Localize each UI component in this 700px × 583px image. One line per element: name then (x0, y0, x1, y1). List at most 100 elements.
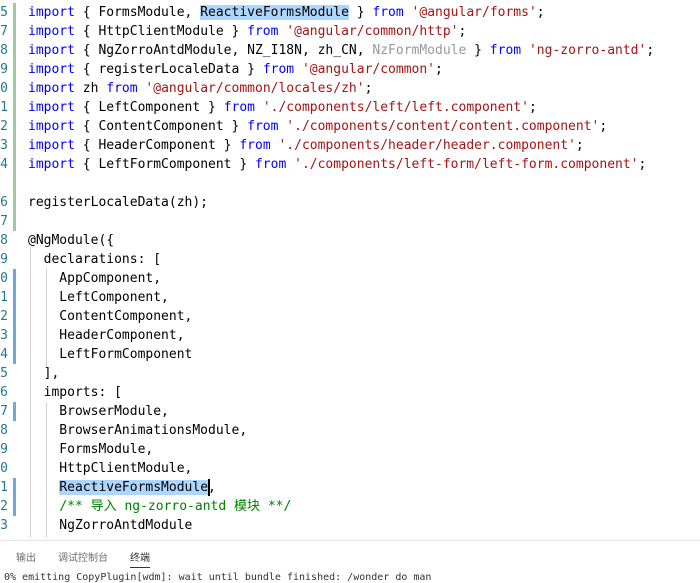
code-token: { NgZorroAntdModule, NZ_I18N, zh_CN, (74, 43, 373, 58)
code-keyword: from (254, 157, 287, 172)
line-number: 7 (0, 404, 8, 419)
code-text: /** 导入 ng-zorro-antd 模块 **/ (28, 497, 291, 516)
code-text: import { ContentComponent } from './comp… (28, 117, 607, 136)
code-token: ; (638, 157, 647, 172)
git-added-marker (13, 79, 16, 98)
code-token: NzFormModule (372, 43, 467, 58)
code-line[interactable]: 8 import { NgZorroAntdModule, NZ_I18N, zh… (0, 41, 700, 60)
code-token: } (348, 5, 373, 20)
line-number: 8 (0, 423, 8, 438)
panel-tab[interactable]: 调试控制台 (58, 549, 108, 568)
code-token: HttpClientModule, (28, 461, 193, 476)
line-number: 8 (0, 233, 8, 248)
code-text: import { NgZorroAntdModule, NZ_I18N, zh_… (28, 41, 654, 60)
code-line[interactable]: 4 LeftFormComponent (0, 345, 700, 364)
code-line[interactable]: 1 LeftComponent, (0, 288, 700, 307)
code-token: FormsModule, (28, 442, 154, 457)
code-token: ; (435, 62, 443, 77)
line-number: 3 (0, 518, 8, 533)
line-number: 7 (0, 24, 8, 39)
code-line[interactable]: 7 import { HttpClientModule } from '@angu… (0, 22, 700, 41)
line-number: 2 (0, 119, 8, 134)
code-token: { FormsModule, (74, 5, 201, 20)
code-line[interactable]: 1 ReactiveFormsModule, (0, 478, 700, 497)
code-line[interactable]: 5 ], (0, 364, 700, 383)
code-text: import { FormsModule, ReactiveFormsModul… (28, 3, 545, 22)
git-added-marker (13, 41, 16, 60)
code-string: '@angular/common' (301, 62, 436, 77)
git-modified-marker (13, 326, 16, 345)
code-line[interactable]: 7 (0, 212, 700, 231)
code-line[interactable]: 7 BrowserModule, (0, 402, 700, 421)
code-line[interactable]: 2 import { ContentComponent } from './com… (0, 117, 700, 136)
code-editor[interactable]: 5 import { FormsModule, ReactiveFormsModu… (0, 0, 700, 540)
code-token: } (466, 43, 490, 58)
panel-tabs: 输出 调试控制台 终端 (16, 549, 172, 568)
code-line[interactable]: 3 NgZorroAntdModule (0, 516, 700, 535)
code-token: ; (646, 43, 655, 58)
code-token: zh (74, 81, 107, 96)
code-line[interactable]: 5 import { FormsModule, ReactiveFormsModu… (0, 3, 700, 22)
git-added-marker (13, 174, 16, 193)
code-text: HeaderComponent, (28, 326, 184, 345)
line-number: 4 (0, 157, 8, 172)
code-token: LeftComponent, (28, 290, 169, 305)
code-line[interactable]: 0 AppComponent, (0, 269, 700, 288)
code-string: './components/content/content.component' (286, 119, 600, 134)
code-text: BrowserAnimationsModule, (28, 421, 247, 440)
code-string: './components/header/header.component' (278, 138, 576, 153)
panel-tab[interactable]: 输出 (16, 549, 36, 568)
code-line[interactable]: 0 HttpClientModule, (0, 459, 700, 478)
code-line[interactable]: 9 declarations: [ (0, 250, 700, 269)
code-line[interactable]: 9 import { registerLocaleData } from '@an… (0, 60, 700, 79)
line-number: 0 (0, 271, 8, 286)
git-modified-marker (13, 269, 16, 288)
code-line[interactable] (0, 174, 700, 193)
code-line[interactable]: 0 import zh from '@angular/common/locales… (0, 79, 700, 98)
panel-tab[interactable]: 终端 (130, 549, 150, 568)
code-keyword: from (106, 81, 138, 96)
code-line[interactable]: 1 import { LeftComponent } from './compon… (0, 98, 700, 117)
line-number: 1 (0, 100, 8, 115)
git-modified-marker (13, 402, 16, 421)
git-modified-marker (13, 288, 16, 307)
code-line[interactable]: 6 registerLocaleData(zh); (0, 193, 700, 212)
code-text: import { LeftComponent } from './compone… (28, 98, 537, 117)
code-line[interactable]: 9 FormsModule, (0, 440, 700, 459)
line-number: 2 (0, 499, 8, 514)
code-token: AppComponent, (28, 271, 162, 286)
code-text: import { registerLocaleData } from '@ang… (28, 60, 443, 79)
git-added-marker (13, 22, 16, 41)
code-token: NgZorroAntdModule (28, 518, 193, 533)
code-token: { registerLocaleData } (74, 62, 263, 77)
code-line[interactable]: 2 ContentComponent, (0, 307, 700, 326)
code-token: { LeftFormComponent } (74, 157, 255, 172)
code-token: ; (528, 100, 537, 115)
code-text: LeftComponent, (28, 288, 169, 307)
code-line[interactable]: 8 @NgModule({ (0, 231, 700, 250)
code-keyword: from (489, 43, 522, 58)
code-keyword: import (28, 5, 75, 20)
code-line[interactable]: 4 import { LeftFormComponent } from './co… (0, 155, 700, 174)
code-token: ], (28, 366, 60, 381)
code-keyword: import (28, 43, 75, 58)
code-line[interactable]: 2 /** 导入 ng-zorro-antd 模块 **/ (0, 497, 700, 516)
code-line[interactable]: 3 import { HeaderComponent } from './comp… (0, 136, 700, 155)
code-line[interactable]: 6 imports: [ (0, 383, 700, 402)
code-text: @NgModule({ (28, 231, 114, 250)
code-comment: /** 导入 ng-zorro-antd 模块 **/ (59, 499, 292, 514)
code-line[interactable]: 8 BrowserAnimationsModule, (0, 421, 700, 440)
git-added-marker (13, 3, 16, 22)
code-line[interactable]: 3 HeaderComponent, (0, 326, 700, 345)
code-keyword: from (223, 100, 255, 115)
code-keyword: import (28, 157, 75, 172)
code-token: { ContentComponent } (74, 119, 248, 134)
git-added-marker (13, 155, 16, 174)
code-token: ; (599, 119, 608, 134)
code-text: registerLocaleData(zh); (28, 193, 208, 212)
